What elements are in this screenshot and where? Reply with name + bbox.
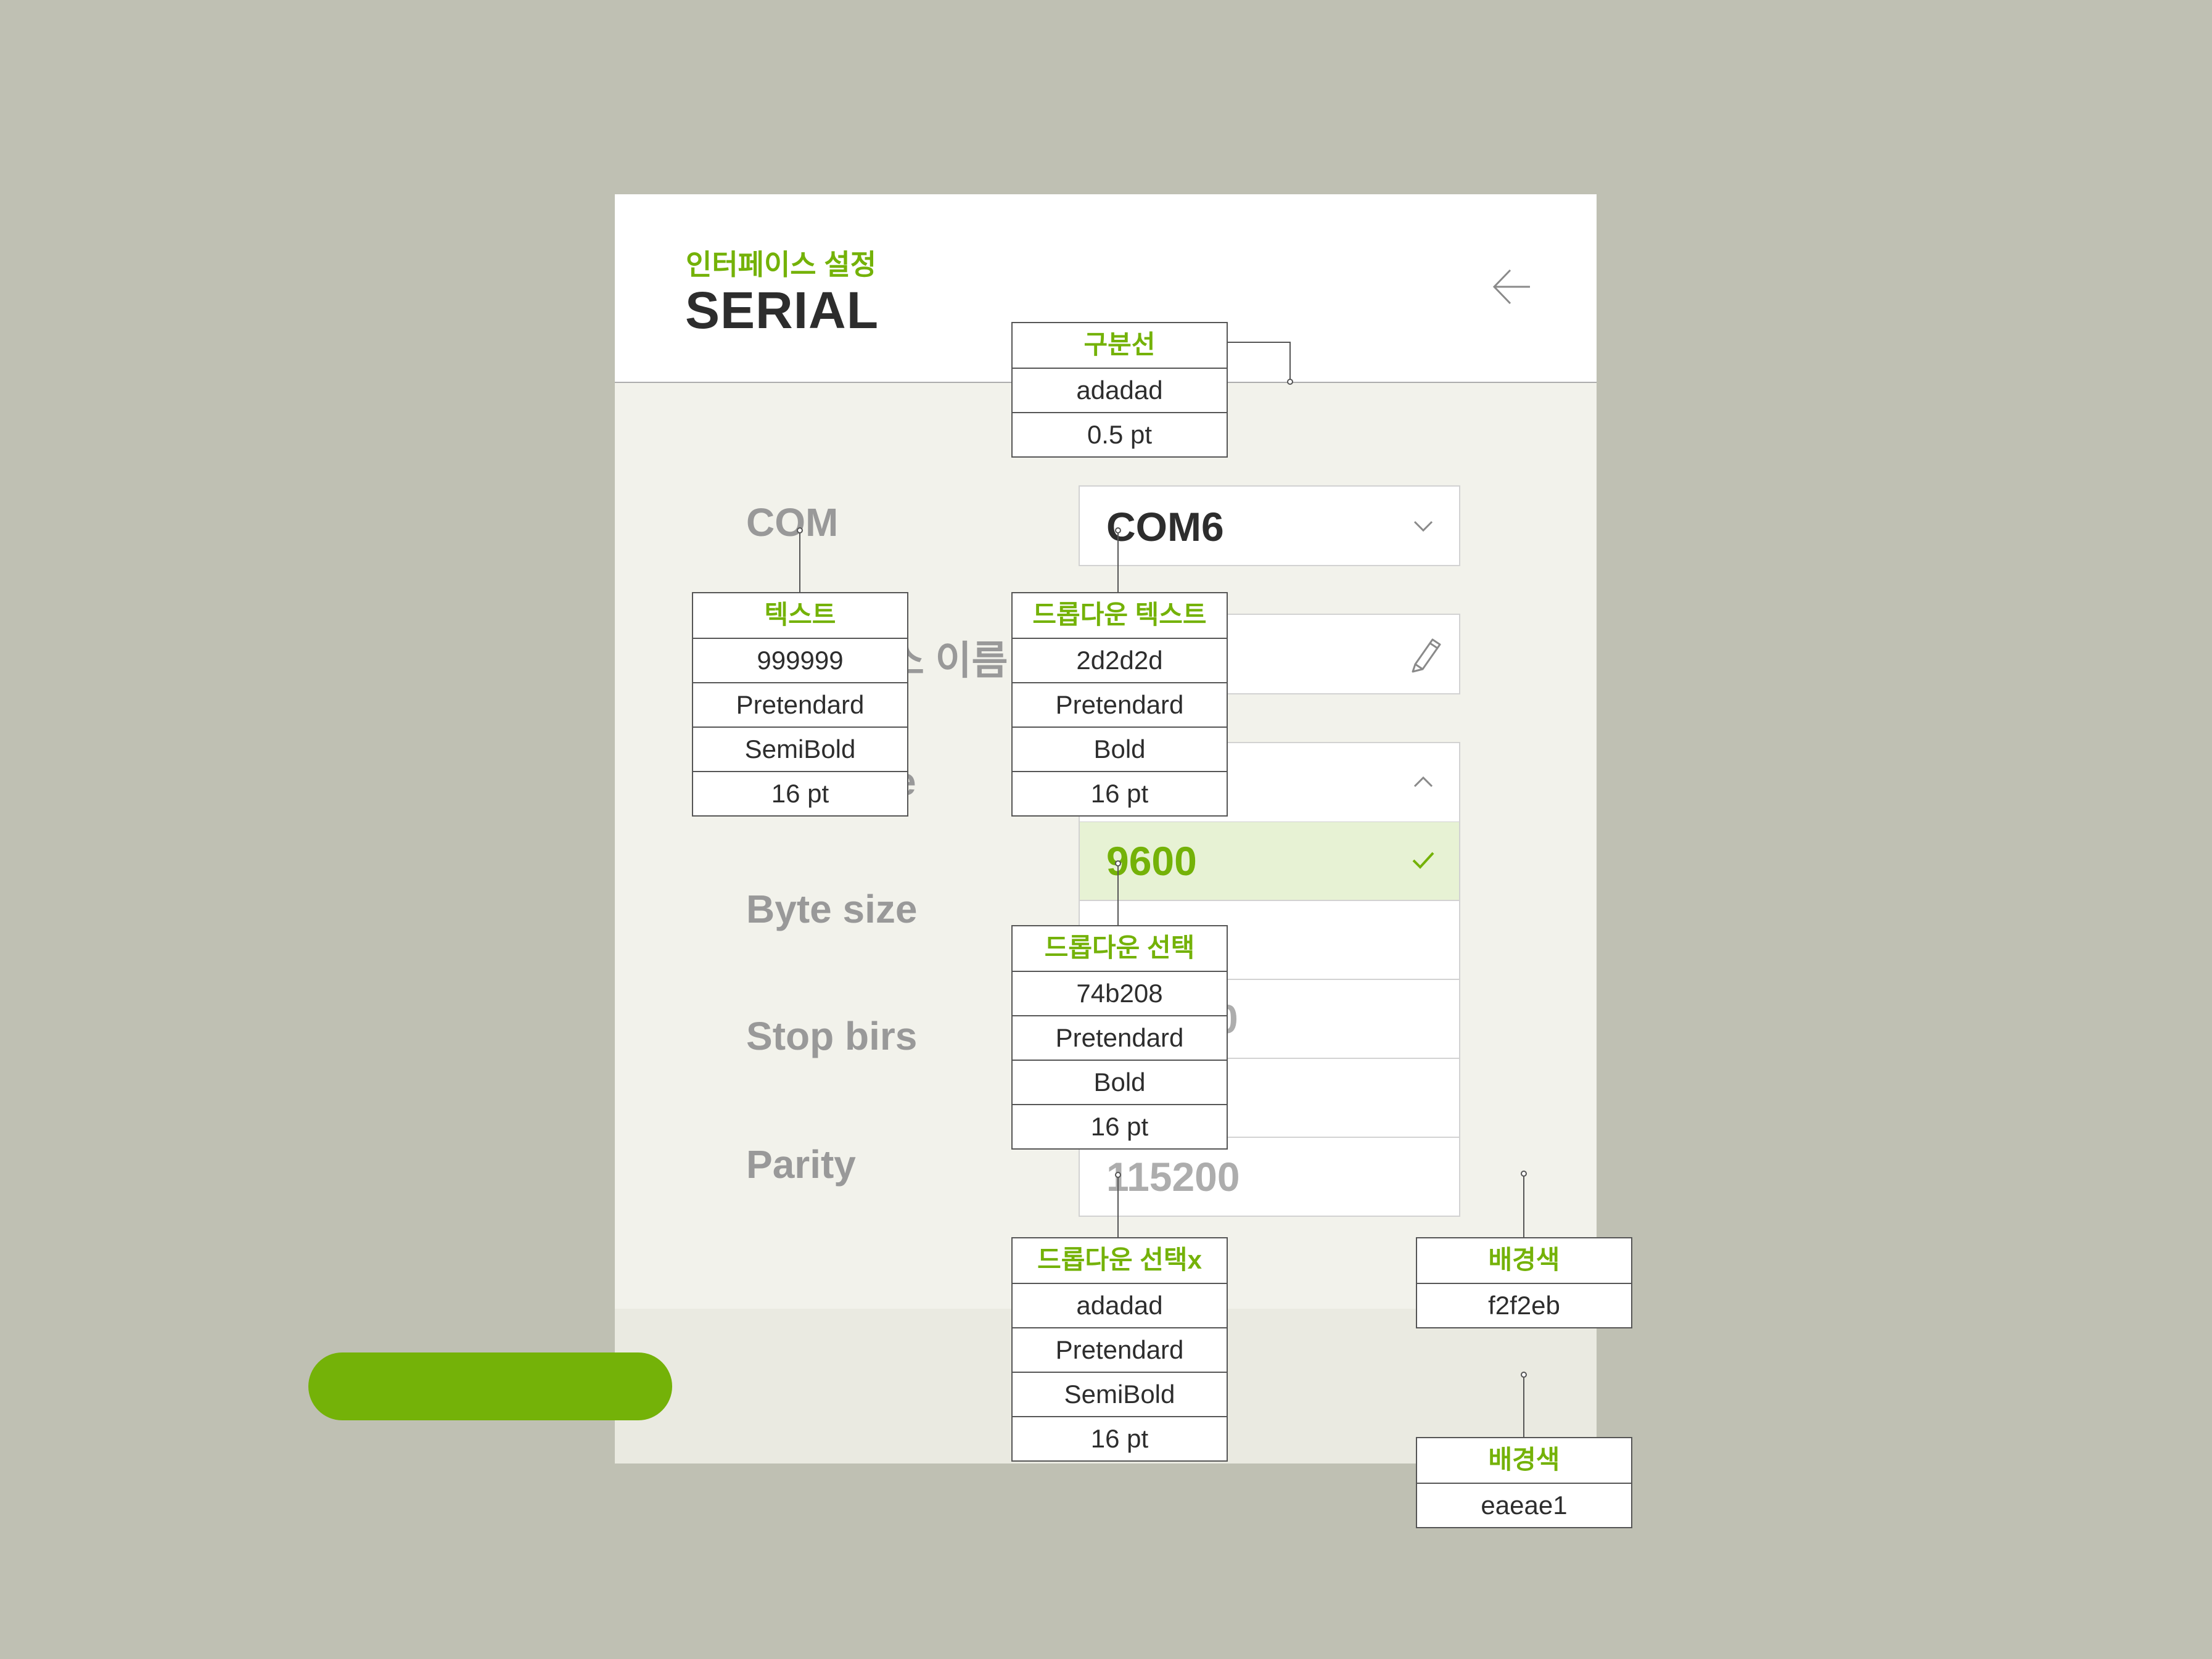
annotation-value: 16 pt — [1013, 1104, 1227, 1148]
annotation-value: adadad — [1013, 368, 1227, 412]
com-dropdown-value: COM6 — [1106, 504, 1224, 550]
annotation-value: 74b208 — [1013, 971, 1227, 1015]
confirm-button[interactable] — [308, 1352, 672, 1420]
connector-line — [799, 532, 800, 593]
annotation-background-footer: 배경색 eaeae1 — [1416, 1437, 1632, 1528]
label-com: COM — [746, 500, 839, 545]
chevron-up-icon — [1411, 769, 1436, 797]
label-stop-bits: Stop birs — [746, 1014, 918, 1058]
annotation-title: 텍스트 — [764, 600, 836, 629]
annotation-value: 16 pt — [1013, 1416, 1227, 1460]
com-dropdown[interactable]: COM6 — [1079, 485, 1460, 566]
connector-line — [1289, 342, 1291, 382]
annotation-value: Pretendard — [693, 682, 907, 727]
pencil-icon[interactable] — [1407, 635, 1444, 677]
annotation-value: Bold — [1013, 727, 1227, 771]
annotation-title: 드롭다운 선택x — [1037, 1245, 1202, 1274]
annotation-title: 드롭다운 텍스트 — [1032, 600, 1207, 629]
dropdown-option-text: 115200 — [1106, 1154, 1240, 1200]
annotation-value: 2d2d2d — [1013, 638, 1227, 682]
connector-line — [1523, 1175, 1524, 1237]
chevron-down-icon — [1411, 514, 1436, 542]
connector-line — [1523, 1377, 1524, 1437]
label-parity: Parity — [746, 1142, 856, 1187]
annotation-value: 16 pt — [1013, 771, 1227, 815]
annotation-value: Bold — [1013, 1060, 1227, 1104]
annotation-title: 배경색 — [1488, 1445, 1560, 1474]
arrow-left-icon[interactable] — [1490, 265, 1534, 308]
dropdown-option-selected[interactable]: 9600 — [1079, 822, 1460, 901]
page-title: SERIAL — [685, 281, 879, 339]
annotation-value: 16 pt — [693, 771, 907, 815]
connector-dot — [1287, 379, 1293, 385]
annotation-text: 텍스트 999999 Pretendard SemiBold 16 pt — [692, 592, 908, 817]
annotation-value: 999999 — [693, 638, 907, 682]
annotation-value: 0.5 pt — [1013, 412, 1227, 456]
connector-line — [1117, 532, 1119, 593]
annotation-value: Pretendard — [1013, 1015, 1227, 1060]
annotation-title: 구분선 — [1083, 330, 1156, 359]
connector-line — [1227, 342, 1290, 343]
dropdown-option[interactable]: 115200 — [1079, 1138, 1460, 1217]
check-icon — [1410, 847, 1437, 877]
annotation-title: 드롭다운 선택 — [1044, 933, 1195, 962]
annotation-title: 배경색 — [1488, 1245, 1560, 1274]
annotation-value: Pretendard — [1013, 1327, 1227, 1372]
connector-line — [1117, 865, 1119, 926]
label-byte-size: Byte size — [746, 887, 918, 931]
annotation-dropdown-text: 드롭다운 텍스트 2d2d2d Pretendard Bold 16 pt — [1011, 592, 1228, 817]
connector-line — [1117, 1177, 1119, 1238]
annotation-dropdown-unselected: 드롭다운 선택x adadad Pretendard SemiBold 16 p… — [1011, 1237, 1228, 1462]
annotation-value: adadad — [1013, 1283, 1227, 1327]
annotation-value: SemiBold — [693, 727, 907, 771]
page-subtitle: 인터페이스 설정 — [686, 249, 877, 281]
annotation-background-main: 배경색 f2f2eb — [1416, 1237, 1632, 1328]
annotation-divider: 구분선 adadad 0.5 pt — [1011, 322, 1228, 458]
annotation-value: f2f2eb — [1417, 1283, 1631, 1327]
annotation-value: Pretendard — [1013, 682, 1227, 727]
annotation-value: eaeae1 — [1417, 1483, 1631, 1527]
annotation-dropdown-selected: 드롭다운 선택 74b208 Pretendard Bold 16 pt — [1011, 925, 1228, 1150]
annotation-value: SemiBold — [1013, 1372, 1227, 1416]
